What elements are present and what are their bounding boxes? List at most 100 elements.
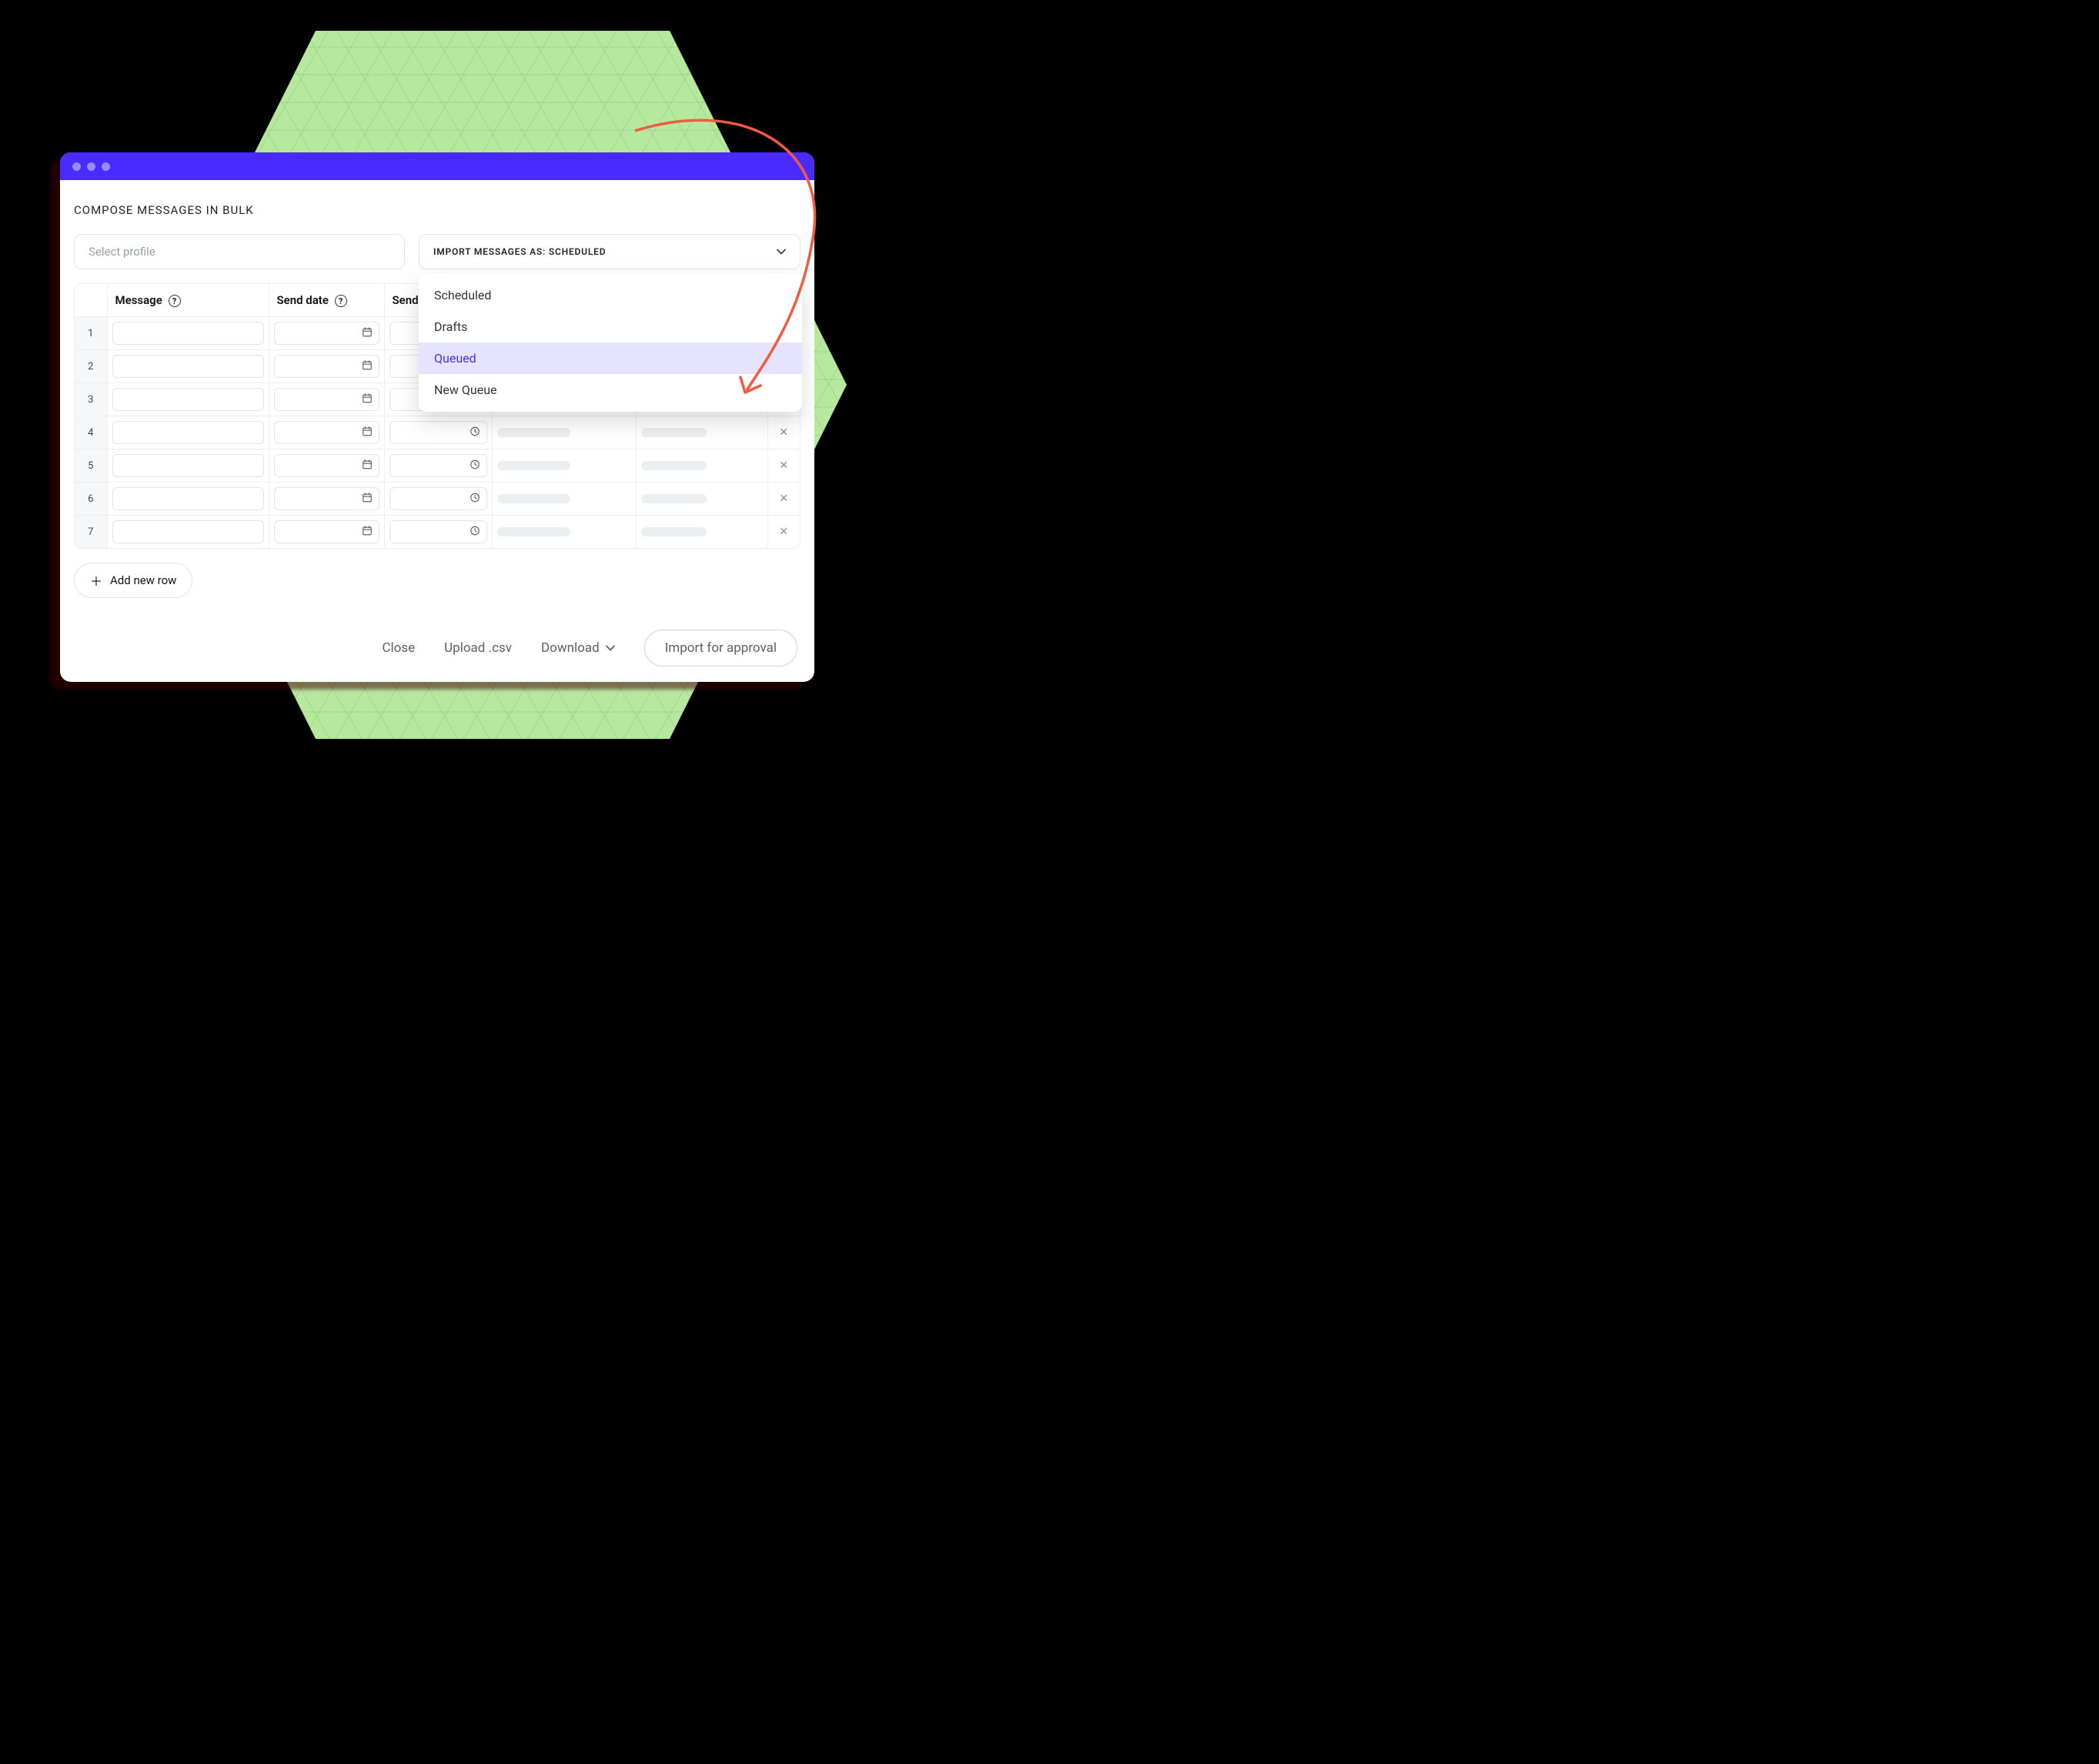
placeholder-cell [637,516,767,549]
message-input[interactable] [112,355,264,378]
send-time-cell [384,416,492,449]
row-number: 1 [75,317,107,350]
message-cell [107,416,269,449]
message-cell [107,483,269,516]
message-input[interactable] [112,454,264,477]
placeholder-bar [641,494,707,503]
app-window: COMPOSE MESSAGES IN BULK Select profile … [60,152,814,682]
calendar-icon [362,326,373,341]
send-time-input[interactable] [389,520,487,543]
placeholder-cell [492,449,637,483]
dropdown-option-scheduled[interactable]: Scheduled [419,279,802,311]
message-input[interactable] [112,421,264,444]
send-time-input[interactable] [389,421,487,444]
import-for-approval-button[interactable]: Import for approval [644,630,797,667]
message-input[interactable] [112,520,264,543]
send-date-cell [269,317,384,350]
row-number: 2 [75,350,107,383]
page-title: COMPOSE MESSAGES IN BULK [74,203,800,217]
message-cell [107,383,269,416]
message-input[interactable] [112,388,264,411]
send-date-input[interactable] [274,322,379,345]
send-date-cell [269,449,384,483]
table-row: 6✕ [75,483,800,516]
message-cell [107,350,269,383]
send-date-input[interactable] [274,355,379,378]
placeholder-cell [492,483,637,516]
traffic-light-zoom[interactable] [102,162,110,171]
row-number: 6 [75,483,107,516]
delete-row-button[interactable]: ✕ [767,416,800,449]
plus-icon: ＋ [90,571,102,590]
select-profile-dropdown[interactable]: Select profile [74,234,405,269]
send-date-input[interactable] [274,388,379,411]
chevron-down-icon [777,249,786,255]
placeholder-cell [492,516,637,549]
placeholder-cell [492,416,637,449]
calendar-icon [362,525,373,540]
clock-icon [470,459,480,473]
send-time-input[interactable] [389,454,487,477]
send-date-input[interactable] [274,520,379,543]
close-button[interactable]: Close [382,640,415,656]
import-messages-dropdown-menu: Scheduled Drafts Queued New Queue [419,273,802,412]
message-cell [107,449,269,483]
message-input[interactable] [112,487,264,510]
placeholder-bar [497,461,570,470]
clock-icon [470,525,480,540]
table-row: 4✕ [75,416,800,449]
placeholder-cell [637,449,767,483]
send-date-cell [269,483,384,516]
send-date-cell [269,383,384,416]
send-date-header-label: Send date [277,293,329,307]
delete-row-button[interactable]: ✕ [767,516,800,549]
upload-csv-button[interactable]: Upload .csv [444,640,512,656]
message-cell [107,516,269,549]
placeholder-bar [497,527,570,536]
send-time-input[interactable] [389,487,487,510]
send-date-cell [269,416,384,449]
send-date-input[interactable] [274,421,379,444]
message-cell [107,317,269,350]
dropdown-option-queued[interactable]: Queued [419,342,802,374]
placeholder-bar [497,428,570,437]
delete-row-button[interactable]: ✕ [767,483,800,516]
send-date-input[interactable] [274,487,379,510]
download-button[interactable]: Download [541,640,615,656]
message-header-label: Message [115,293,162,307]
row-number: 4 [75,416,107,449]
traffic-light-close[interactable] [72,162,81,171]
send-date-input[interactable] [274,454,379,477]
message-column-header: Message ? [107,284,269,317]
dropdown-option-drafts[interactable]: Drafts [419,311,802,342]
row-number: 7 [75,516,107,549]
send-date-column-header: Send date ? [269,284,384,317]
footer-actions: Close Upload .csv Download Import for ap… [382,630,797,667]
message-input[interactable] [112,322,264,345]
placeholder-bar [641,461,707,470]
window-titlebar [60,152,814,180]
traffic-light-minimize[interactable] [87,162,95,171]
add-new-row-button[interactable]: ＋ Add new row [74,563,192,598]
placeholder-bar [497,494,570,503]
table-row: 7✕ [75,516,800,549]
clock-icon [470,426,480,440]
calendar-icon [362,492,373,506]
clock-icon [470,492,480,506]
send-date-cell [269,516,384,549]
row-number: 5 [75,449,107,483]
delete-row-button[interactable]: ✕ [767,449,800,483]
row-number: 3 [75,383,107,416]
placeholder-bar [641,428,707,437]
add-row-label: Add new row [110,573,176,587]
placeholder-bar [641,527,707,536]
calendar-icon [362,426,373,440]
import-messages-dropdown[interactable]: IMPORT MESSAGES AS: SCHEDULED [419,234,800,269]
send-time-cell [384,449,492,483]
help-icon[interactable]: ? [335,295,347,307]
help-icon[interactable]: ? [169,295,181,307]
row-number-header [75,284,107,317]
send-time-cell [384,516,492,549]
placeholder-cell [637,483,767,516]
dropdown-option-new-queue[interactable]: New Queue [419,374,802,406]
